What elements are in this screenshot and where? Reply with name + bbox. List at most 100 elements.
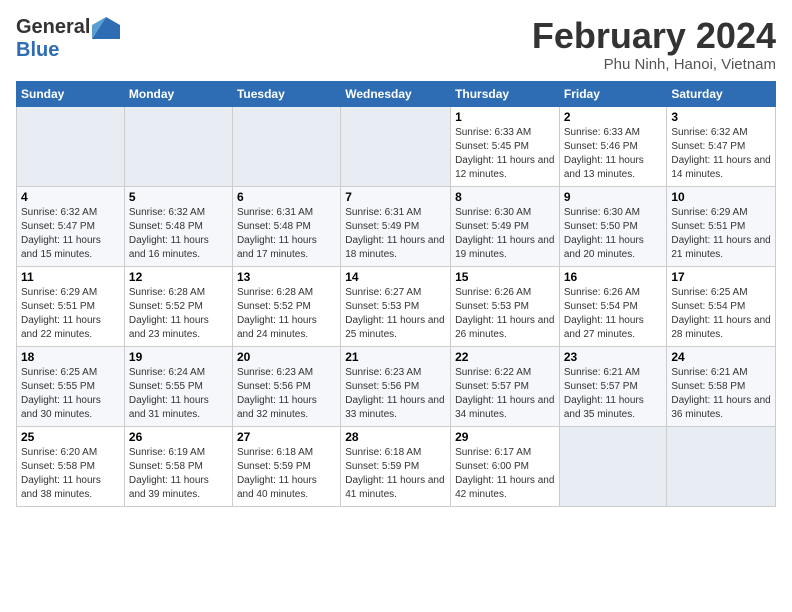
header-friday: Friday xyxy=(559,81,667,106)
week-row-1: 4 Sunrise: 6:32 AMSunset: 5:47 PMDaylight… xyxy=(17,186,776,266)
day-info: Sunrise: 6:22 AMSunset: 5:57 PMDaylight:… xyxy=(455,366,555,422)
calendar-cell: 28 Sunrise: 6:18 AMSunset: 5:59 PMDayligh… xyxy=(341,426,451,506)
calendar-cell: 5 Sunrise: 6:32 AMSunset: 5:48 PMDaylight… xyxy=(124,186,232,266)
calendar-cell: 29Sunrise: 6:17 AMSunset: 6:00 PMDayligh… xyxy=(451,426,560,506)
day-info: Sunrise: 6:32 AMSunset: 5:47 PMDaylight:… xyxy=(671,126,771,182)
day-info: Sunrise: 6:29 AMSunset: 5:51 PMDaylight:… xyxy=(21,286,120,342)
week-row-3: 18 Sunrise: 6:25 AMSunset: 5:55 PMDayligh… xyxy=(17,346,776,426)
logo: General Blue xyxy=(16,16,120,62)
calendar-cell: 18 Sunrise: 6:25 AMSunset: 5:55 PMDayligh… xyxy=(17,346,125,426)
day-number: 20 xyxy=(237,350,336,364)
calendar-cell: 4 Sunrise: 6:32 AMSunset: 5:47 PMDaylight… xyxy=(17,186,125,266)
calendar-cell xyxy=(232,106,340,186)
calendar-cell xyxy=(124,106,232,186)
header-sunday: Sunday xyxy=(17,81,125,106)
day-number: 12 xyxy=(129,270,228,284)
day-number: 2 xyxy=(564,110,663,124)
calendar-cell: 15 Sunrise: 6:26 AMSunset: 5:53 PMDayligh… xyxy=(451,266,560,346)
day-number: 26 xyxy=(129,430,228,444)
day-info: Sunrise: 6:23 AMSunset: 5:56 PMDaylight:… xyxy=(237,366,336,422)
day-number: 15 xyxy=(455,270,555,284)
calendar-cell xyxy=(341,106,451,186)
day-info: Sunrise: 6:25 AMSunset: 5:55 PMDaylight:… xyxy=(21,366,120,422)
day-number: 14 xyxy=(345,270,446,284)
calendar-cell: 14 Sunrise: 6:27 AMSunset: 5:53 PMDayligh… xyxy=(341,266,451,346)
header-row: SundayMondayTuesdayWednesdayThursdayFrid… xyxy=(17,81,776,106)
day-number: 24 xyxy=(671,350,771,364)
day-info: Sunrise: 6:30 AMSunset: 5:49 PMDaylight:… xyxy=(455,206,555,262)
day-number: 18 xyxy=(21,350,120,364)
day-number: 6 xyxy=(237,190,336,204)
day-number: 21 xyxy=(345,350,446,364)
calendar-table: SundayMondayTuesdayWednesdayThursdayFrid… xyxy=(16,81,776,507)
day-number: 28 xyxy=(345,430,446,444)
location-title: Phu Ninh, Hanoi, Vietnam xyxy=(532,56,776,73)
day-number: 13 xyxy=(237,270,336,284)
day-number: 9 xyxy=(564,190,663,204)
day-info: Sunrise: 6:31 AMSunset: 5:49 PMDaylight:… xyxy=(345,206,446,262)
calendar-cell: 24 Sunrise: 6:21 AMSunset: 5:58 PMDayligh… xyxy=(667,346,776,426)
calendar-cell: 11Sunrise: 6:29 AMSunset: 5:51 PMDayligh… xyxy=(17,266,125,346)
calendar-cell: 7 Sunrise: 6:31 AMSunset: 5:49 PMDaylight… xyxy=(341,186,451,266)
day-number: 3 xyxy=(671,110,771,124)
day-number: 7 xyxy=(345,190,446,204)
calendar-cell: 25 Sunrise: 6:20 AMSunset: 5:58 PMDayligh… xyxy=(17,426,125,506)
day-info: Sunrise: 6:26 AMSunset: 5:53 PMDaylight:… xyxy=(455,286,555,342)
calendar-cell: 22 Sunrise: 6:22 AMSunset: 5:57 PMDayligh… xyxy=(451,346,560,426)
day-number: 19 xyxy=(129,350,228,364)
day-number: 1 xyxy=(455,110,555,124)
logo-icon xyxy=(92,17,120,39)
day-info: Sunrise: 6:26 AMSunset: 5:54 PMDaylight:… xyxy=(564,286,663,342)
calendar-cell: 16 Sunrise: 6:26 AMSunset: 5:54 PMDayligh… xyxy=(559,266,667,346)
day-number: 17 xyxy=(671,270,771,284)
day-number: 25 xyxy=(21,430,120,444)
day-info: Sunrise: 6:21 AMSunset: 5:57 PMDaylight:… xyxy=(564,366,663,422)
calendar-cell: 6 Sunrise: 6:31 AMSunset: 5:48 PMDaylight… xyxy=(232,186,340,266)
logo-blue-text: Blue xyxy=(16,39,59,62)
day-number: 5 xyxy=(129,190,228,204)
day-number: 16 xyxy=(564,270,663,284)
day-number: 27 xyxy=(237,430,336,444)
week-row-2: 11Sunrise: 6:29 AMSunset: 5:51 PMDayligh… xyxy=(17,266,776,346)
day-info: Sunrise: 6:19 AMSunset: 5:58 PMDaylight:… xyxy=(129,446,228,502)
calendar-cell: 26 Sunrise: 6:19 AMSunset: 5:58 PMDayligh… xyxy=(124,426,232,506)
title-block: February 2024 Phu Ninh, Hanoi, Vietnam xyxy=(532,16,776,73)
calendar-cell: 3 Sunrise: 6:32 AMSunset: 5:47 PMDaylight… xyxy=(667,106,776,186)
day-info: Sunrise: 6:24 AMSunset: 5:55 PMDaylight:… xyxy=(129,366,228,422)
calendar-cell: 23Sunrise: 6:21 AMSunset: 5:57 PMDayligh… xyxy=(559,346,667,426)
logo-general-text: General xyxy=(16,16,90,39)
day-info: Sunrise: 6:31 AMSunset: 5:48 PMDaylight:… xyxy=(237,206,336,262)
header-thursday: Thursday xyxy=(451,81,560,106)
day-info: Sunrise: 6:33 AMSunset: 5:45 PMDaylight:… xyxy=(455,126,555,182)
day-number: 22 xyxy=(455,350,555,364)
calendar-cell: 21 Sunrise: 6:23 AMSunset: 5:56 PMDayligh… xyxy=(341,346,451,426)
calendar-cell: 20 Sunrise: 6:23 AMSunset: 5:56 PMDayligh… xyxy=(232,346,340,426)
day-info: Sunrise: 6:25 AMSunset: 5:54 PMDaylight:… xyxy=(671,286,771,342)
header-monday: Monday xyxy=(124,81,232,106)
day-number: 29 xyxy=(455,430,555,444)
day-info: Sunrise: 6:28 AMSunset: 5:52 PMDaylight:… xyxy=(129,286,228,342)
day-number: 8 xyxy=(455,190,555,204)
day-info: Sunrise: 6:32 AMSunset: 5:47 PMDaylight:… xyxy=(21,206,120,262)
day-info: Sunrise: 6:30 AMSunset: 5:50 PMDaylight:… xyxy=(564,206,663,262)
month-title: February 2024 xyxy=(532,16,776,56)
calendar-cell xyxy=(17,106,125,186)
day-info: Sunrise: 6:20 AMSunset: 5:58 PMDaylight:… xyxy=(21,446,120,502)
calendar-cell xyxy=(667,426,776,506)
day-info: Sunrise: 6:23 AMSunset: 5:56 PMDaylight:… xyxy=(345,366,446,422)
calendar-cell: 2Sunrise: 6:33 AMSunset: 5:46 PMDaylight… xyxy=(559,106,667,186)
day-info: Sunrise: 6:21 AMSunset: 5:58 PMDaylight:… xyxy=(671,366,771,422)
day-info: Sunrise: 6:29 AMSunset: 5:51 PMDaylight:… xyxy=(671,206,771,262)
calendar-cell: 13Sunrise: 6:28 AMSunset: 5:52 PMDayligh… xyxy=(232,266,340,346)
header-wednesday: Wednesday xyxy=(341,81,451,106)
calendar-cell: 27Sunrise: 6:18 AMSunset: 5:59 PMDayligh… xyxy=(232,426,340,506)
calendar-cell: 12 Sunrise: 6:28 AMSunset: 5:52 PMDayligh… xyxy=(124,266,232,346)
day-info: Sunrise: 6:18 AMSunset: 5:59 PMDaylight:… xyxy=(345,446,446,502)
calendar-cell: 19 Sunrise: 6:24 AMSunset: 5:55 PMDayligh… xyxy=(124,346,232,426)
day-info: Sunrise: 6:32 AMSunset: 5:48 PMDaylight:… xyxy=(129,206,228,262)
calendar-cell: 8 Sunrise: 6:30 AMSunset: 5:49 PMDaylight… xyxy=(451,186,560,266)
day-number: 10 xyxy=(671,190,771,204)
day-info: Sunrise: 6:27 AMSunset: 5:53 PMDaylight:… xyxy=(345,286,446,342)
day-number: 4 xyxy=(21,190,120,204)
page-header: General Blue February 2024 Phu Ninh, Han… xyxy=(16,16,776,73)
